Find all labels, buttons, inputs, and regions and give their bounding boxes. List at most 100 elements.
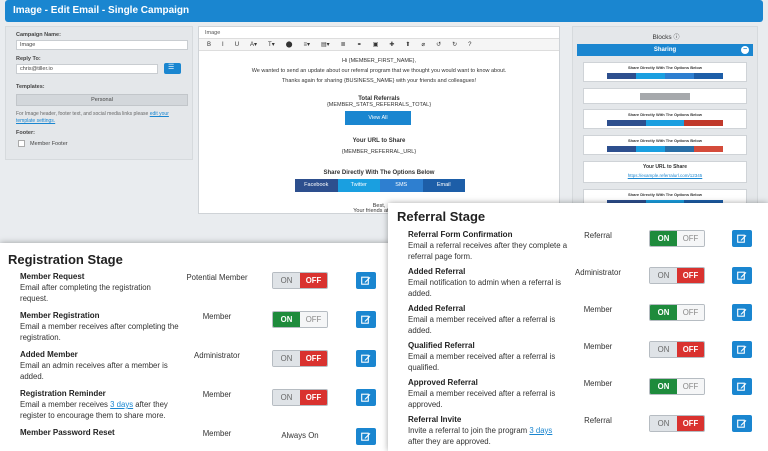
edit-email-button[interactable] bbox=[356, 311, 376, 328]
edit-email-button[interactable] bbox=[732, 341, 752, 358]
delay-days-link[interactable]: 3 days bbox=[110, 400, 133, 409]
facebook-share-button[interactable]: Facebook bbox=[295, 179, 338, 192]
member-footer-checkbox[interactable] bbox=[18, 140, 25, 147]
edit-email-button[interactable] bbox=[356, 350, 376, 367]
sharing-section-header[interactable]: Sharing − bbox=[577, 44, 753, 56]
recipient-label: Member bbox=[583, 342, 613, 351]
email-share-button[interactable]: Email bbox=[422, 179, 465, 192]
on-off-toggle[interactable]: ON OFF bbox=[649, 304, 705, 321]
toolbar-button[interactable]: B bbox=[207, 42, 211, 48]
toggle-on[interactable]: ON bbox=[273, 312, 300, 327]
on-off-toggle[interactable]: ON OFF bbox=[272, 272, 328, 289]
toggle-off[interactable]: OFF bbox=[677, 268, 704, 283]
block-instagram-bar bbox=[684, 120, 724, 126]
edit-email-button[interactable] bbox=[732, 230, 752, 247]
toolbar-button[interactable]: ↻ bbox=[452, 41, 457, 48]
edit-email-button[interactable] bbox=[732, 415, 752, 432]
on-off-toggle[interactable]: ON OFF bbox=[649, 230, 705, 247]
toggle-on[interactable]: ON bbox=[273, 273, 300, 288]
block-linkedin-bar bbox=[665, 146, 694, 152]
email-row-title: Added Member bbox=[20, 350, 78, 359]
total-referrals-variable: {MEMBER_STATS_REFERRALS_TOTAL} bbox=[326, 102, 432, 108]
toolbar-button[interactable]: ▤▾ bbox=[321, 41, 330, 48]
edit-email-button[interactable] bbox=[732, 378, 752, 395]
block-google-bar bbox=[694, 146, 723, 152]
toolbar-button[interactable]: ? bbox=[468, 42, 471, 48]
email-row-description: Email notification to admin when a refer… bbox=[408, 278, 561, 298]
toolbar-button[interactable]: ⬆ bbox=[405, 41, 410, 48]
toggle-off[interactable]: OFF bbox=[300, 390, 327, 405]
block-button[interactable] bbox=[583, 88, 747, 104]
reply-to-picker-button[interactable] bbox=[164, 63, 181, 74]
footer-label: Footer: bbox=[16, 130, 35, 136]
toolbar-button[interactable]: I bbox=[222, 42, 224, 48]
toggle-off[interactable]: OFF bbox=[677, 342, 704, 357]
twitter-share-button[interactable]: Twitter bbox=[337, 179, 380, 192]
toggle-off[interactable]: OFF bbox=[300, 351, 327, 366]
edit-email-button[interactable] bbox=[732, 304, 752, 321]
recipient-label: Referral bbox=[584, 231, 612, 240]
block-url[interactable]: Your URL to Share https://example.referr… bbox=[583, 161, 747, 183]
toolbar-button[interactable]: A▾ bbox=[250, 41, 257, 48]
toggle-off[interactable]: OFF bbox=[300, 312, 327, 327]
edit-icon bbox=[737, 271, 747, 280]
toggle-off[interactable]: OFF bbox=[300, 273, 327, 288]
delay-days-link[interactable]: 3 days bbox=[529, 426, 552, 435]
toolbar-button[interactable]: ≡▾ bbox=[303, 41, 310, 48]
toolbar-button[interactable]: ✚ bbox=[389, 41, 394, 48]
toolbar-button[interactable]: ≣ bbox=[341, 41, 346, 48]
recipient-label: Administrator bbox=[575, 268, 621, 277]
block-twitter-bar bbox=[636, 73, 665, 79]
edit-icon bbox=[737, 234, 747, 243]
block-share-three[interactable]: Share Directly With The Options Below bbox=[583, 109, 747, 129]
on-off-toggle[interactable]: ON OFF bbox=[272, 350, 328, 367]
sms-share-button[interactable]: SMS bbox=[380, 179, 423, 192]
templates-label: Templates: bbox=[16, 84, 45, 90]
toolbar-button[interactable]: T▾ bbox=[268, 41, 275, 48]
toggle-on[interactable]: ON bbox=[650, 342, 677, 357]
toggle-on[interactable]: ON bbox=[650, 268, 677, 283]
edit-email-button[interactable] bbox=[732, 267, 752, 284]
edit-icon bbox=[361, 315, 371, 324]
on-off-toggle[interactable]: ON OFF bbox=[272, 311, 328, 328]
block-share-bars bbox=[607, 146, 723, 152]
toggle-off[interactable]: OFF bbox=[677, 379, 704, 394]
on-off-toggle[interactable]: ON OFF bbox=[649, 415, 705, 432]
collapse-icon[interactable]: − bbox=[741, 46, 749, 54]
toggle-off[interactable]: OFF bbox=[677, 416, 704, 431]
toolbar-button[interactable]: U bbox=[235, 42, 239, 48]
toolbar-button[interactable]: ↺ bbox=[436, 41, 441, 48]
campaign-name-input[interactable]: Image bbox=[16, 40, 188, 50]
toggle-on[interactable]: ON bbox=[273, 390, 300, 405]
block-share-four[interactable]: Share Directly With The Options Below bbox=[583, 62, 747, 82]
toggle-on[interactable]: ON bbox=[650, 305, 677, 320]
block-share-social[interactable]: Share Directly With The Options Below bbox=[583, 135, 747, 155]
toolbar-button[interactable]: ⚭ bbox=[357, 41, 362, 48]
edit-email-button[interactable] bbox=[356, 272, 376, 289]
email-row-description: Email a member received after a referral… bbox=[408, 352, 556, 372]
edit-email-button[interactable] bbox=[356, 389, 376, 406]
email-row-title: Approved Referral bbox=[408, 378, 478, 387]
on-off-toggle[interactable]: ON OFF bbox=[272, 389, 328, 406]
toolbar-button[interactable]: ⬤ bbox=[286, 41, 293, 48]
campaign-name-label: Campaign Name: bbox=[16, 32, 61, 38]
toggle-on[interactable]: ON bbox=[273, 351, 300, 366]
on-off-toggle[interactable]: ON OFF bbox=[649, 378, 705, 395]
toggle-on[interactable]: ON bbox=[650, 379, 677, 394]
email-row-title: Member Registration bbox=[20, 311, 100, 320]
toggle-off[interactable]: OFF bbox=[677, 305, 704, 320]
toggle-on[interactable]: ON bbox=[650, 231, 677, 246]
toolbar-button[interactable]: ▣ bbox=[373, 41, 379, 48]
toggle-off[interactable]: OFF bbox=[677, 231, 704, 246]
toolbar-button[interactable]: ⌀ bbox=[421, 41, 425, 48]
on-off-toggle[interactable]: ON OFF bbox=[649, 267, 705, 284]
template-select[interactable]: Personal bbox=[16, 94, 188, 106]
edit-email-button[interactable] bbox=[356, 428, 376, 445]
toggle-on[interactable]: ON bbox=[650, 416, 677, 431]
email-content-editor[interactable]: Image B I U A▾ T▾ ⬤ ≡▾ ▤▾ ≣ ⚭ ▣ ✚ ⬆ ⌀ ↺ ↻? Hi {MEMBER_F… bbox=[198, 26, 560, 214]
email-subject-field[interactable]: Image bbox=[199, 27, 559, 39]
on-off-toggle[interactable]: ON OFF bbox=[649, 341, 705, 358]
block-facebook-bar bbox=[607, 120, 646, 126]
reply-to-input[interactable]: chris@tiller.io bbox=[16, 64, 158, 74]
view-all-button[interactable]: View All bbox=[345, 111, 411, 125]
